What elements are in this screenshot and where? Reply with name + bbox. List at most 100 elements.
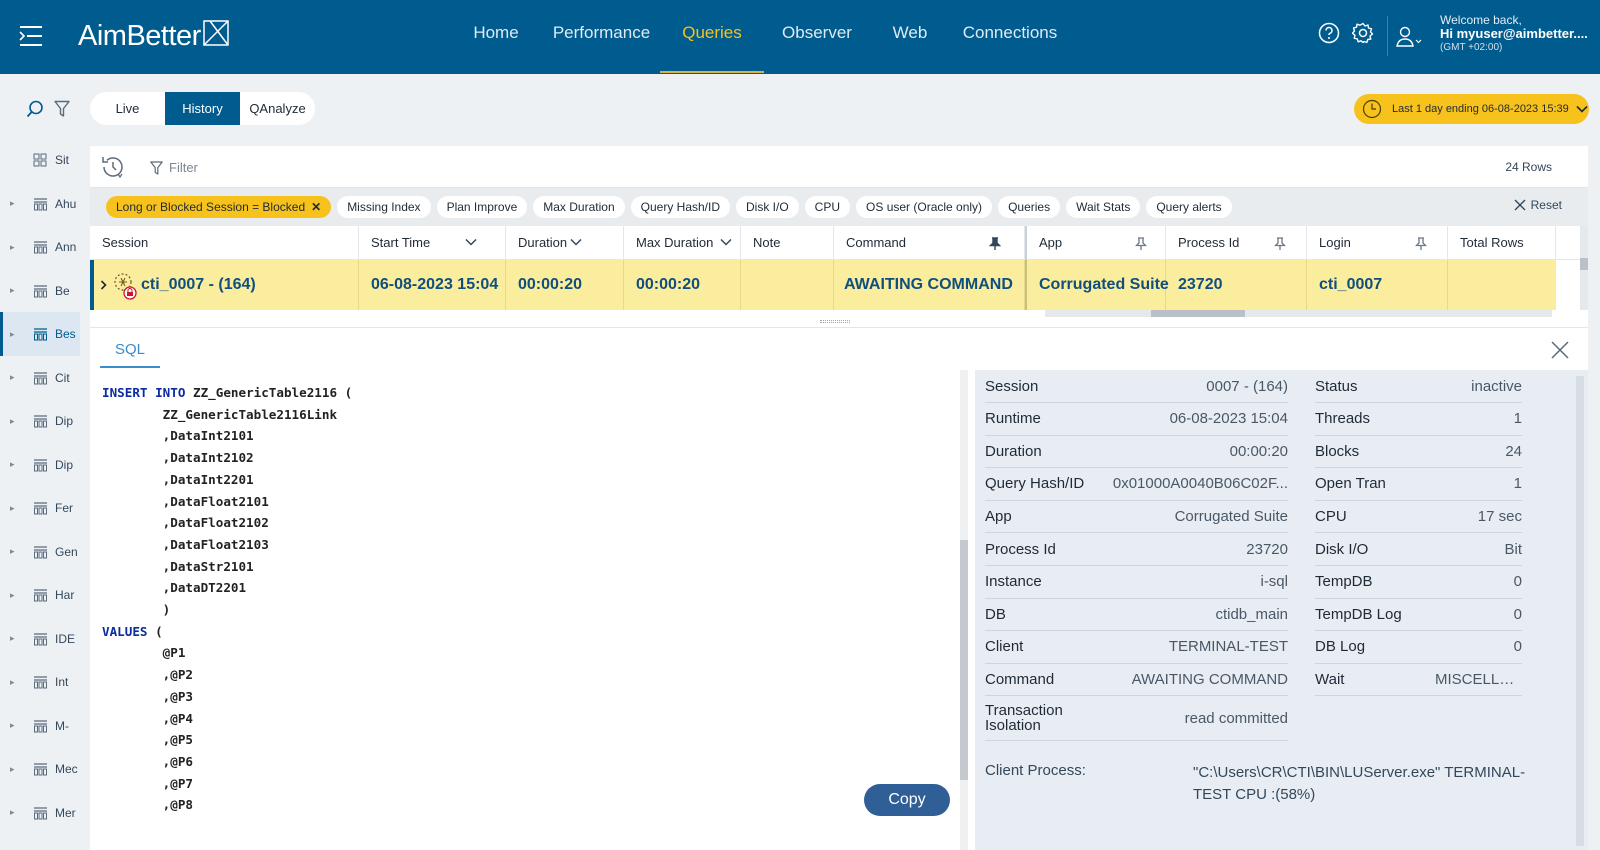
filter-chip[interactable]: Query Hash/ID xyxy=(630,196,730,218)
sql-text: ZZ_GenericTable2116Link xyxy=(102,406,338,422)
expand-arrow-icon[interactable]: ▸ xyxy=(10,720,15,731)
history-clock-icon[interactable] xyxy=(100,154,126,180)
expand-arrow-icon[interactable]: ▸ xyxy=(10,764,15,775)
sidebar-item[interactable]: ▸ Mer xyxy=(0,791,80,835)
detail-row: Wait MISCELLANEOUS xyxy=(1315,663,1522,697)
copy-button[interactable]: Copy xyxy=(864,784,950,816)
col-session[interactable]: Session xyxy=(90,226,359,260)
sidebar-item[interactable]: ▸ Cit xyxy=(0,356,80,400)
expand-arrow-icon[interactable]: ▸ xyxy=(10,285,15,296)
sidebar-item[interactable]: ▸ Fer xyxy=(0,486,80,530)
sidebar-item[interactable]: ▸ Mec xyxy=(0,747,80,791)
pin-icon[interactable] xyxy=(1415,237,1427,251)
code-line: ,DataInt2101 xyxy=(102,425,958,447)
database-icon xyxy=(34,632,47,645)
col-max-duration[interactable]: Max Duration xyxy=(624,226,741,260)
search-icon[interactable] xyxy=(26,100,44,118)
sidebar-item[interactable]: ▸ Bes xyxy=(0,312,80,356)
filter-chip[interactable]: Missing Index xyxy=(337,196,431,218)
logo[interactable]: AimBetter xyxy=(78,16,230,56)
col-app-label: App xyxy=(1039,235,1063,250)
sidebar-item[interactable]: Sit xyxy=(0,138,80,182)
close-detail-icon[interactable] xyxy=(1550,340,1570,360)
user-avatar-icon[interactable] xyxy=(1396,26,1422,48)
col-command[interactable]: Command xyxy=(834,226,1025,260)
filter-chip[interactable]: Query alerts xyxy=(1146,196,1232,218)
sidebar-item[interactable]: ▸ Int xyxy=(0,660,80,704)
sidebar-item[interactable]: ▸ Ann xyxy=(0,225,80,269)
pin-icon[interactable] xyxy=(989,237,1001,251)
user-info[interactable]: Welcome back, Hi myuser@aimbetter.... (G… xyxy=(1440,13,1588,55)
filter-chip[interactable]: Plan Improve xyxy=(436,196,528,218)
nav-home[interactable]: Home xyxy=(470,0,522,74)
expand-arrow-icon[interactable]: ▸ xyxy=(10,459,15,470)
tab-qanalyze[interactable]: QAnalyze xyxy=(240,92,315,125)
col-total-rows[interactable]: Total Rows xyxy=(1448,226,1556,260)
code-scrollbar[interactable] xyxy=(960,370,968,850)
filter-bar: Filter 24 Rows xyxy=(90,146,1588,188)
nav-connections[interactable]: Connections xyxy=(962,0,1058,74)
details-scrollbar[interactable] xyxy=(1576,376,1584,846)
sidebar-item[interactable]: ▸ M- xyxy=(0,704,80,748)
scrollbar-thumb[interactable] xyxy=(960,540,968,780)
sidebar-item[interactable]: ▸ Har xyxy=(0,573,80,617)
expand-arrow-icon[interactable]: ▸ xyxy=(10,416,15,427)
expand-arrow-icon[interactable]: ▸ xyxy=(10,198,15,209)
col-start-time[interactable]: Start Time xyxy=(359,226,506,260)
sidebar-item[interactable]: ▸ Gen xyxy=(0,530,80,574)
reset-button[interactable]: Reset xyxy=(1514,198,1562,212)
remove-chip-icon[interactable]: ✕ xyxy=(311,200,321,214)
sql-code-view[interactable]: INSERT INTO ZZ_GenericTable2116 ( ZZ_Gen… xyxy=(102,382,958,850)
nav-performance[interactable]: Performance xyxy=(549,0,654,74)
expand-arrow-icon[interactable]: ▸ xyxy=(10,503,15,514)
table-row[interactable]: cti_0007 - (164) 06-08-2023 15:04 00:00:… xyxy=(90,260,1556,310)
expand-arrow-icon[interactable]: ▸ xyxy=(10,677,15,688)
close-icon xyxy=(1514,199,1526,211)
resize-splitter[interactable] xyxy=(90,316,1588,328)
tab-live[interactable]: Live xyxy=(90,92,165,125)
col-duration[interactable]: Duration xyxy=(506,226,624,260)
nav-observer[interactable]: Observer xyxy=(776,0,858,74)
expand-arrow-icon[interactable]: ▸ xyxy=(10,633,15,644)
pin-icon[interactable] xyxy=(1135,237,1147,251)
time-range-selector[interactable]: Last 1 day ending 06-08-2023 15:39 xyxy=(1354,94,1589,124)
tab-history[interactable]: History xyxy=(165,92,240,125)
sidebar-item[interactable]: ▸ Ahu xyxy=(0,182,80,226)
expand-arrow-icon[interactable]: ▸ xyxy=(10,372,15,383)
menu-toggle-icon[interactable] xyxy=(18,24,46,48)
expand-arrow-icon[interactable]: ▸ xyxy=(10,590,15,601)
detail-row: Process Id 23720 xyxy=(985,533,1288,566)
col-process-id[interactable]: Process Id xyxy=(1166,226,1307,260)
expand-arrow-icon[interactable]: ▸ xyxy=(10,546,15,557)
expand-arrow-icon[interactable]: ▸ xyxy=(10,242,15,253)
database-icon xyxy=(34,676,47,689)
pin-icon[interactable] xyxy=(1274,237,1286,251)
help-icon[interactable] xyxy=(1318,22,1340,44)
tab-sql[interactable]: SQL xyxy=(100,336,160,368)
table-vertical-scrollbar[interactable] xyxy=(1580,226,1588,310)
sidebar-item[interactable]: ▸ Dip xyxy=(0,399,80,443)
filter-icon[interactable] xyxy=(54,100,70,118)
filter-input[interactable]: Filter xyxy=(150,160,198,175)
sidebar-item[interactable]: ▸ Dip xyxy=(0,443,80,487)
sidebar-item[interactable]: ▸ IDE xyxy=(0,617,80,661)
filter-chip[interactable]: Wait Stats xyxy=(1066,196,1141,218)
filter-chip[interactable]: Disk I/O xyxy=(736,196,799,218)
filter-chip[interactable]: Max Duration xyxy=(533,196,625,218)
col-login[interactable]: Login xyxy=(1307,226,1448,260)
nav-web[interactable]: Web xyxy=(888,0,932,74)
col-app[interactable]: App xyxy=(1025,226,1166,260)
sort-chevron-icon xyxy=(570,238,582,246)
expand-chevron-icon[interactable] xyxy=(99,279,109,291)
filter-chip[interactable]: Long or Blocked Session = Blocked ✕ xyxy=(106,196,332,218)
scrollbar-thumb[interactable] xyxy=(1580,258,1588,270)
nav-queries[interactable]: Queries xyxy=(660,0,764,74)
settings-gear-icon[interactable] xyxy=(1352,22,1374,44)
expand-arrow-icon[interactable]: ▸ xyxy=(10,329,15,340)
expand-arrow-icon[interactable]: ▸ xyxy=(10,807,15,818)
sidebar-item[interactable]: ▸ Be xyxy=(0,269,80,313)
filter-chip[interactable]: OS user (Oracle only) xyxy=(856,196,993,218)
filter-chip[interactable]: Queries xyxy=(998,196,1061,218)
filter-chip[interactable]: CPU xyxy=(804,196,851,218)
col-note[interactable]: Note xyxy=(741,226,834,260)
